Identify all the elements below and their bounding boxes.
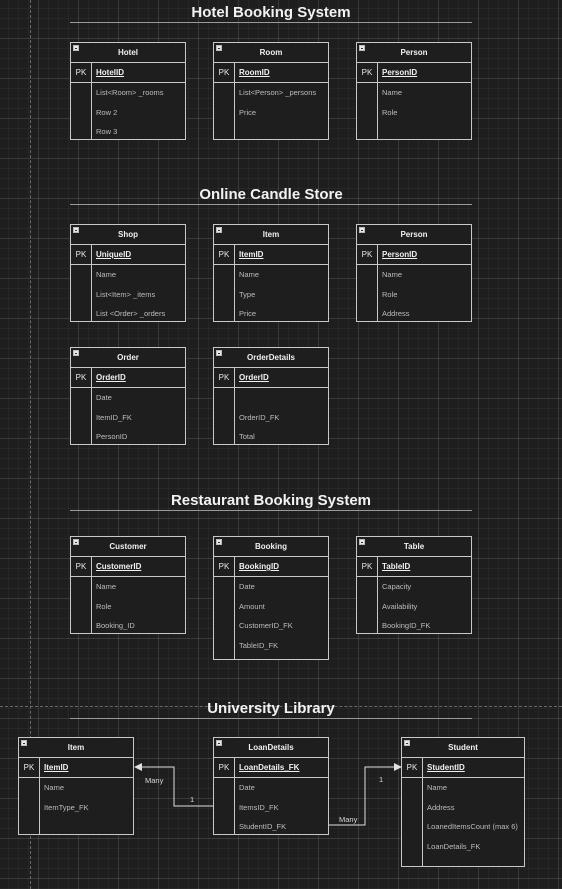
- cardinality-label-loandetails-one: 1: [190, 795, 195, 804]
- cardinality-label-student-one: 1: [379, 775, 384, 784]
- cardinality-label-item-many: Many: [145, 776, 164, 785]
- relationship-loandetails-to-item: [134, 763, 213, 807]
- cardinality-label-loandetails-many: Many: [339, 815, 358, 824]
- relationship-connectors: [134, 763, 402, 826]
